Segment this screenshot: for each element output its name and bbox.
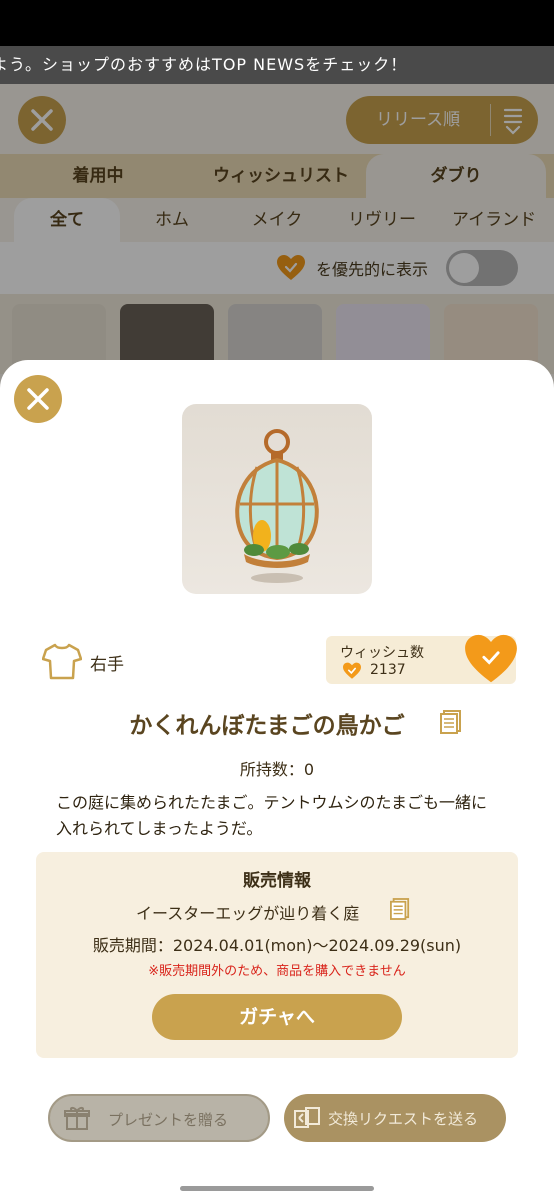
trade-icon: [292, 1105, 322, 1131]
close-icon[interactable]: [14, 375, 62, 423]
slot-label: 右手: [90, 655, 124, 675]
home-indicator: [180, 1186, 374, 1191]
shirt-icon: [41, 642, 83, 680]
item-image: [182, 404, 372, 594]
sale-period: 販売期間：2024.04.01(mon)～2024.09.29(sun): [92, 936, 462, 955]
trade-label: 交換リクエストを送る: [328, 1110, 479, 1128]
owned-count: 所持数：0: [239, 760, 315, 779]
gift-icon: [64, 1105, 90, 1131]
sale-event-name: イースターエッグが辿り着く庭: [136, 904, 360, 923]
present-label: プレゼントを贈る: [108, 1111, 229, 1129]
heart-icon: [342, 662, 362, 680]
memo-icon[interactable]: [390, 898, 410, 920]
status-bar: [0, 0, 554, 46]
memo-icon[interactable]: [440, 710, 462, 734]
ticker-text: よう。ショップのおすすめはTOP NEWSをチェック！: [0, 55, 408, 74]
gacha-button[interactable]: ガチャへ: [152, 994, 402, 1040]
item-description: この庭に集められたたまご。テントウムシのたまごも一緒に入れられてしまったようだ。: [56, 793, 488, 838]
wish-heart-icon[interactable]: [464, 634, 518, 684]
wish-count: 2137: [370, 662, 406, 678]
sale-title: 販売情報: [243, 871, 311, 891]
trade-request-button[interactable]: 交換リクエストを送る: [284, 1094, 506, 1142]
news-ticker[interactable]: よう。ショップのおすすめはTOP NEWSをチェック！: [0, 46, 554, 84]
item-name: かくれんぼたまごの鳥かご: [129, 713, 405, 739]
item-name-row: かくれんぼたまごの鳥かご: [0, 706, 554, 740]
present-button[interactable]: プレゼントを贈る: [48, 1094, 270, 1142]
wish-title: ウィッシュ数: [340, 645, 424, 661]
sale-warning: ※販売期間外のため、商品を購入できません: [148, 964, 406, 979]
